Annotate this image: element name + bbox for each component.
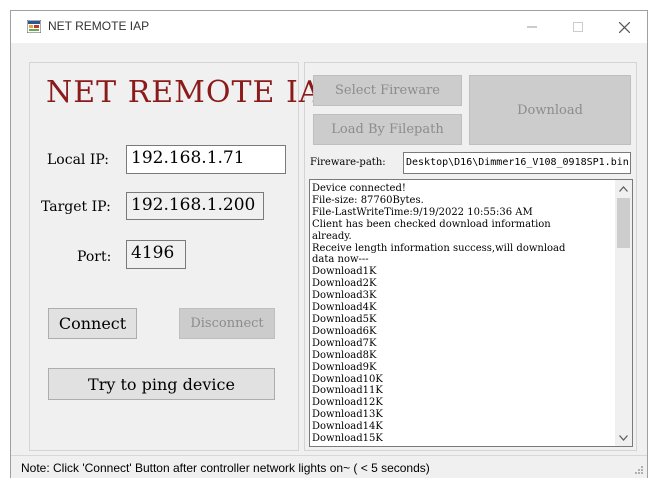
download-button[interactable]: Download [469, 75, 631, 145]
status-bar: Note: Click 'Connect' Button after contr… [11, 455, 647, 478]
log-line: Download3K [312, 290, 377, 302]
firmware-path-label: Fireware-path: [310, 157, 386, 168]
firmware-path-input[interactable]: Desktop\D16\Dimmer16_V108_0918SP1.bin [403, 152, 631, 174]
log-line: Client has been checked download informa… [312, 218, 551, 230]
scroll-up-button[interactable] [615, 180, 632, 197]
chevron-down-icon [619, 434, 628, 441]
log-line: Download8K [312, 349, 377, 361]
log-line: Download10K [312, 373, 383, 385]
port-input[interactable]: 4196 [126, 240, 186, 269]
target-ip-label: Target IP: [41, 199, 111, 215]
log-line: File-size: 87760Bytes. [312, 194, 424, 206]
app-icon [27, 20, 41, 33]
log-line: Download14K [312, 421, 383, 433]
connect-button[interactable]: Connect [48, 308, 137, 339]
log-line: already. [312, 230, 352, 242]
resize-grip-icon[interactable] [633, 464, 643, 474]
log-line: Download6K [312, 325, 377, 337]
load-by-filepath-button[interactable]: Load By Filepath [313, 114, 462, 145]
disconnect-button[interactable]: Disconnect [179, 308, 275, 339]
window-title: NET REMOTE IAP [48, 19, 150, 33]
log-line: Device connected! [312, 183, 406, 194]
select-firmware-button[interactable]: Select Fireware [313, 75, 462, 106]
log-line: Download15K [312, 433, 383, 445]
log-line: Receive length information success,will … [312, 242, 566, 254]
maximize-icon [573, 22, 583, 32]
log-textbox[interactable]: Device connected! File-size: 87760Bytes. F… [309, 179, 633, 447]
ping-device-button[interactable]: Try to ping device [48, 368, 275, 400]
title-bar[interactable]: NET REMOTE IAP [11, 11, 647, 43]
log-line: Download9K [312, 361, 377, 373]
status-note: Note: Click 'Connect' Button after contr… [21, 461, 430, 475]
scroll-thumb[interactable] [617, 198, 630, 248]
main-window: NET REMOTE IAP NET REMOTE IAP Local IP: … [10, 10, 648, 478]
log-line: Download13K [312, 409, 383, 421]
scroll-down-button[interactable] [615, 429, 632, 446]
log-content: Device connected! File-size: 87760Bytes. F… [312, 183, 614, 445]
log-line: Download1K [312, 266, 377, 278]
chevron-up-icon [619, 185, 628, 192]
log-line: Download7K [312, 337, 377, 349]
close-button[interactable] [601, 11, 647, 43]
maximize-button[interactable] [555, 11, 601, 43]
target-ip-input[interactable]: 192.168.1.200 [126, 192, 264, 220]
minimize-button[interactable] [509, 11, 555, 43]
log-scrollbar[interactable] [615, 180, 632, 446]
minimize-icon [527, 26, 537, 28]
log-line: Download11K [312, 385, 383, 397]
close-icon [618, 21, 630, 33]
local-ip-label: Local IP: [47, 152, 110, 168]
log-line: Download12K [312, 397, 383, 409]
log-line: Download4K [312, 302, 377, 314]
log-line: Download5K [312, 313, 377, 325]
port-label: Port: [77, 249, 112, 265]
app-heading: NET REMOTE IAP [46, 75, 343, 110]
log-line: Download2K [312, 278, 377, 290]
local-ip-input[interactable]: 192.168.1.71 [126, 145, 286, 174]
log-line: data now--- [312, 254, 369, 266]
log-line: File-LastWriteTime:9/19/2022 10:55:36 AM [312, 206, 533, 218]
